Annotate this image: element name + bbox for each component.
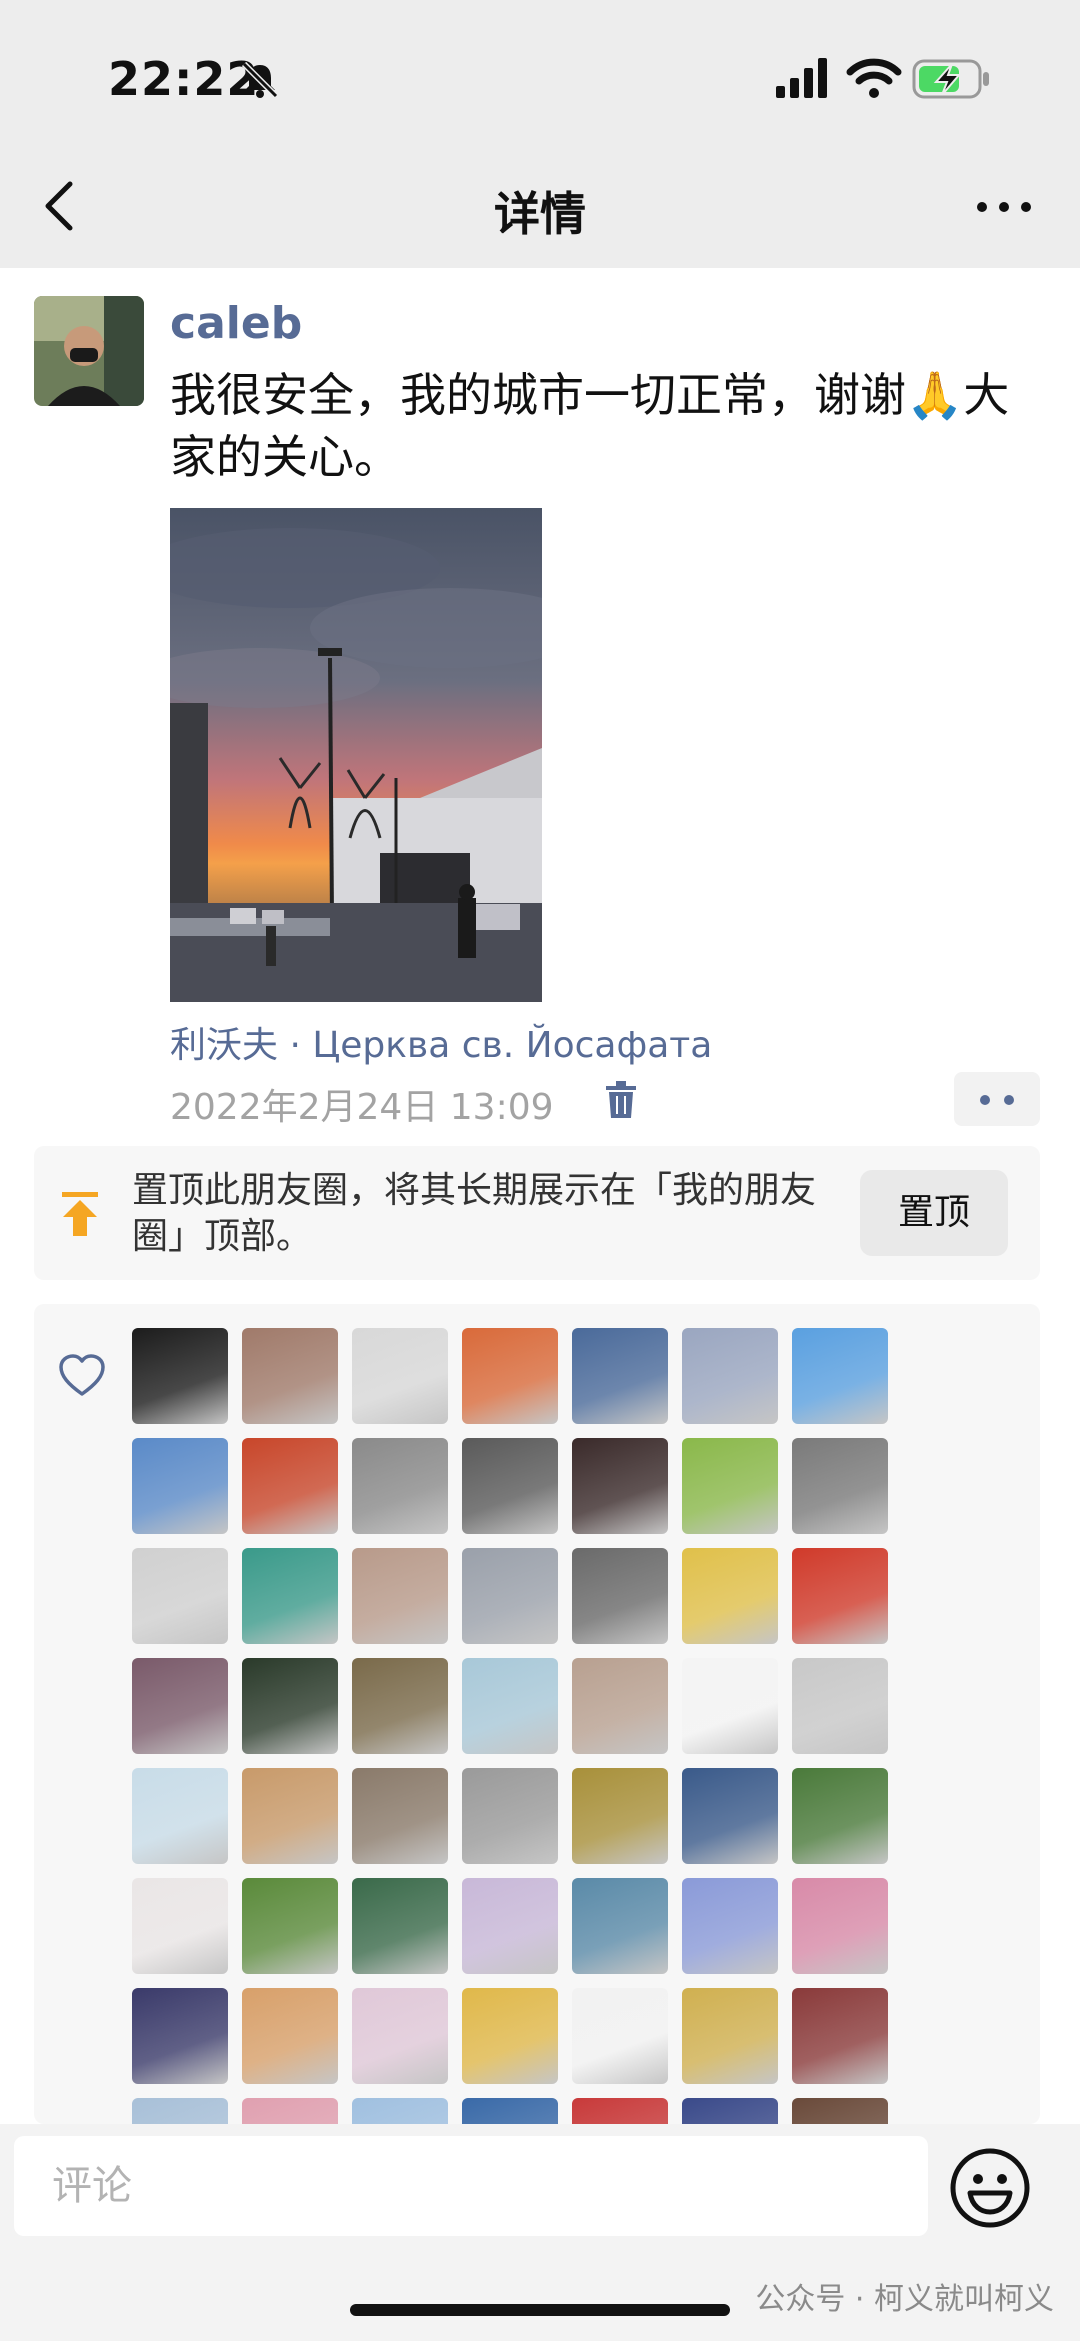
cellular-signal-icon	[776, 58, 827, 98]
liker-avatar[interactable]	[352, 1438, 448, 1534]
watermark-text: 公众号 · 柯义就叫柯义	[755, 2282, 1054, 2317]
likes-section	[34, 1304, 1040, 2124]
liker-avatar[interactable]	[572, 1658, 668, 1754]
liker-avatar[interactable]	[132, 1548, 228, 1644]
liker-avatar[interactable]	[792, 2098, 888, 2124]
comment-input[interactable]: 评论	[14, 2136, 928, 2236]
liker-avatar[interactable]	[132, 1988, 228, 2084]
liker-avatar[interactable]	[462, 1988, 558, 2084]
liker-avatar[interactable]	[572, 1878, 668, 1974]
liker-avatar[interactable]	[352, 2098, 448, 2124]
post-timestamp: 2022年2月24日 13:09	[170, 1087, 554, 1128]
post-location[interactable]: 利沃夫 · Церква св. Йосафата	[170, 1016, 712, 1068]
liker-avatar[interactable]	[682, 1658, 778, 1754]
liker-avatar[interactable]	[352, 1548, 448, 1644]
emoji-icon[interactable]	[948, 2146, 1032, 2230]
liker-avatar[interactable]	[682, 1328, 778, 1424]
liker-avatar[interactable]	[682, 1438, 778, 1534]
liker-avatar[interactable]	[682, 2098, 778, 2124]
post-text: 我很安全，我的城市一切正常，谢谢🙏大家的关心。	[170, 368, 1010, 484]
liker-avatar[interactable]	[462, 1768, 558, 1864]
liker-avatar[interactable]	[572, 2098, 668, 2124]
battery-charging-icon	[912, 59, 989, 99]
liker-avatar[interactable]	[792, 1988, 888, 2084]
bell-muted-icon	[241, 61, 279, 99]
liker-avatar[interactable]	[682, 1988, 778, 2084]
heart-icon	[59, 1354, 105, 1396]
liker-avatar[interactable]	[572, 1768, 668, 1864]
pin-banner-text: 置顶此朋友圈，将其长期展示在「我的朋友圈」顶部。	[132, 1170, 817, 1257]
liker-avatar[interactable]	[352, 1658, 448, 1754]
liker-avatar[interactable]	[132, 1328, 228, 1424]
liker-avatar[interactable]	[572, 1548, 668, 1644]
liker-avatar[interactable]	[462, 1548, 558, 1644]
liker-avatar[interactable]	[682, 1878, 778, 1974]
liker-avatar[interactable]	[132, 1438, 228, 1534]
pin-button[interactable]: 置顶	[860, 1170, 1008, 1256]
status-time: 22:22	[108, 52, 260, 106]
more-options-icon[interactable]	[974, 190, 1034, 224]
liker-avatar[interactable]	[792, 1328, 888, 1424]
liker-avatar[interactable]	[462, 1328, 558, 1424]
wifi-icon	[846, 58, 902, 98]
author-name[interactable]: caleb	[170, 298, 302, 349]
liker-avatar[interactable]	[462, 1878, 558, 1974]
pin-to-top-icon	[62, 1192, 98, 1236]
liker-avatar[interactable]	[242, 1878, 338, 1974]
top-bar: 22:22 详情	[0, 0, 1080, 268]
liker-avatar[interactable]	[682, 1768, 778, 1864]
liker-avatar[interactable]	[242, 1548, 338, 1644]
liker-avatar[interactable]	[572, 1438, 668, 1534]
liker-avatar[interactable]	[572, 1328, 668, 1424]
liker-avatar[interactable]	[132, 2098, 228, 2124]
liker-avatar[interactable]	[352, 1768, 448, 1864]
liker-avatar[interactable]	[242, 1328, 338, 1424]
liker-avatar[interactable]	[242, 1438, 338, 1534]
liker-avatar[interactable]	[792, 1548, 888, 1644]
liker-avatar[interactable]	[132, 1768, 228, 1864]
liker-avatar[interactable]	[132, 1658, 228, 1754]
liker-avatar[interactable]	[242, 1658, 338, 1754]
liker-avatar[interactable]	[242, 1988, 338, 2084]
trash-icon[interactable]	[604, 1080, 638, 1120]
home-indicator[interactable]	[350, 2304, 730, 2316]
liker-avatar[interactable]	[242, 1768, 338, 1864]
liker-avatar[interactable]	[352, 1328, 448, 1424]
liker-avatar[interactable]	[792, 1878, 888, 1974]
page-title: 详情	[494, 187, 586, 241]
liker-avatar[interactable]	[682, 1548, 778, 1644]
liker-avatar[interactable]	[462, 1438, 558, 1534]
liker-avatar[interactable]	[792, 1768, 888, 1864]
liker-avatar[interactable]	[352, 1988, 448, 2084]
dot-icon	[1004, 1095, 1014, 1105]
liker-avatar[interactable]	[132, 1878, 228, 1974]
post-photo[interactable]	[170, 508, 542, 1002]
liker-avatar[interactable]	[462, 1658, 558, 1754]
liker-avatar[interactable]	[242, 2098, 338, 2124]
pin-banner: 置顶此朋友圈，将其长期展示在「我的朋友圈」顶部。 置顶	[34, 1146, 1040, 1280]
author-avatar[interactable]	[34, 296, 144, 406]
liker-avatar[interactable]	[352, 1878, 448, 1974]
liker-avatar[interactable]	[792, 1658, 888, 1754]
liker-avatar[interactable]	[572, 1988, 668, 2084]
liker-avatar[interactable]	[792, 1438, 888, 1534]
liker-avatar[interactable]	[462, 2098, 558, 2124]
dot-icon	[980, 1095, 990, 1105]
comment-like-toggle-button[interactable]	[954, 1072, 1040, 1126]
